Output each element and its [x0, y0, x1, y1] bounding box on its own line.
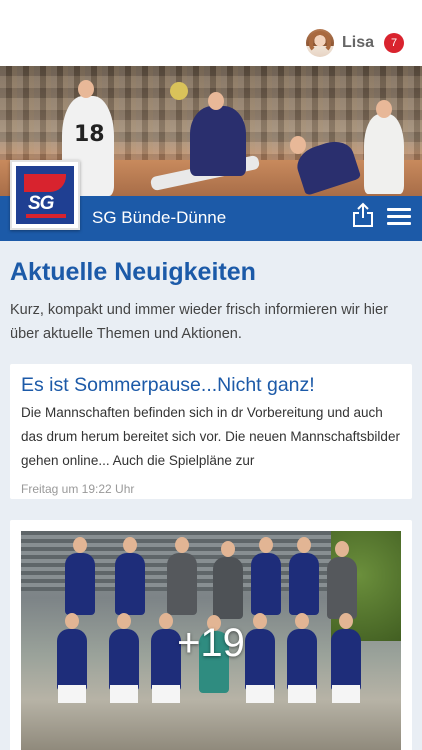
notification-badge[interactable]: 7: [384, 33, 404, 53]
top-bar: Lisa 7: [0, 0, 422, 66]
user-name[interactable]: Lisa: [342, 34, 374, 52]
news-card-timestamp: Freitag um 19:22 Uhr: [21, 482, 135, 496]
photo-card[interactable]: +19: [10, 520, 412, 750]
club-logo[interactable]: SG: [10, 160, 80, 230]
hero-player-white-2: [364, 114, 404, 194]
team-photo[interactable]: +19: [21, 531, 401, 750]
hero-player-blue: [190, 106, 246, 176]
share-icon[interactable]: [351, 202, 375, 228]
more-photos-count[interactable]: +19: [21, 621, 401, 666]
jersey-number: 18: [74, 122, 105, 147]
news-card-text: Die Mannschaften befinden sich in dr Vor…: [21, 405, 400, 468]
user-profile[interactable]: Lisa 7: [305, 29, 404, 57]
hamburger-menu-icon[interactable]: [387, 208, 411, 226]
news-card-title[interactable]: Es ist Sommerpause...Nicht ganz!: [21, 372, 401, 398]
avatar[interactable]: [305, 29, 334, 57]
page-title: Aktuelle Neuigkeiten: [10, 258, 256, 286]
club-logo-text: SG: [28, 193, 54, 214]
page-intro: Kurz, kompakt und immer wieder frisch in…: [10, 302, 388, 342]
news-card[interactable]: Es ist Sommerpause...Nicht ganz! Die Man…: [10, 364, 412, 499]
club-name: SG Bünde-Dünne: [92, 208, 227, 227]
handball: [170, 82, 188, 100]
